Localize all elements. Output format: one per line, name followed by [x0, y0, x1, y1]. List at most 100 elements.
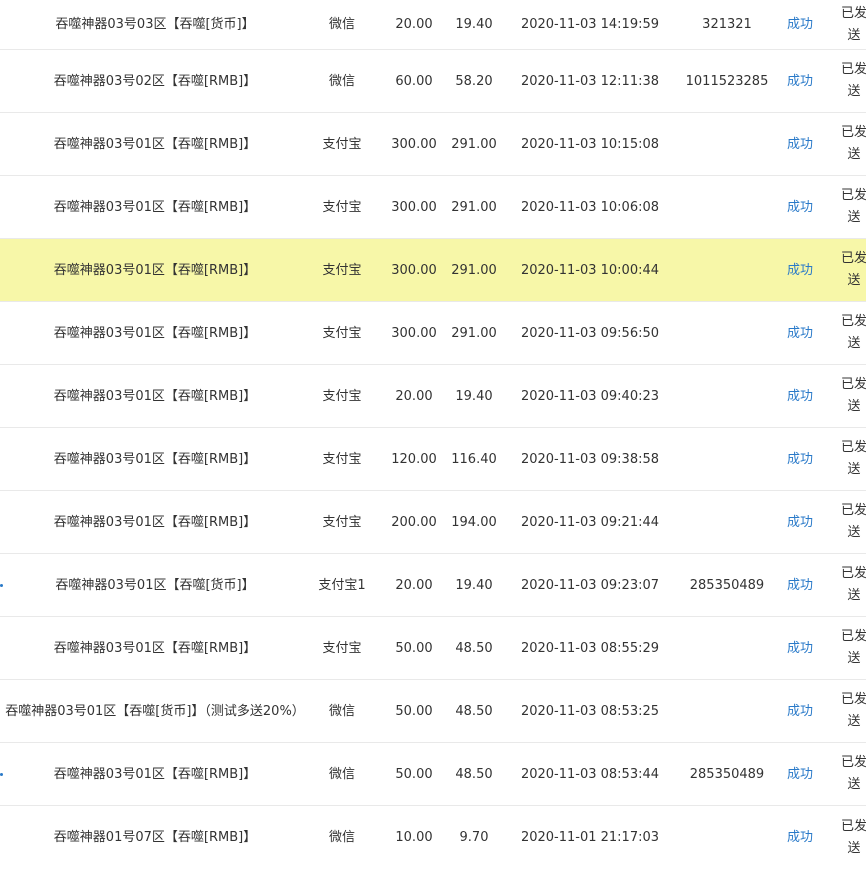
actual-amount-cell: 291.00: [448, 239, 500, 301]
payment-method-cell-text: 支付宝: [322, 136, 362, 152]
payment-method-cell: 支付宝: [310, 617, 374, 679]
status-link[interactable]: 成功: [780, 176, 820, 238]
status-link[interactable]: 成功: [780, 806, 820, 869]
table-row[interactable]: 吞噬神器03号01区【吞噬[RMB]】 微信 50.00 48.50 2020-11-0…: [0, 743, 866, 806]
status-link[interactable]: 成功: [780, 680, 820, 742]
time-cell: 2020-11-03 08:53:44: [510, 743, 670, 805]
amount-cell: 300.00: [380, 239, 448, 301]
table-row[interactable]: 吞噬神器03号01区【吞噬[RMB]】 支付宝 300.00 291.00 2020-1…: [0, 302, 866, 365]
status-link-text[interactable]: 成功: [787, 701, 813, 722]
status-link-text[interactable]: 成功: [787, 134, 813, 155]
payment-method-cell-text: 微信: [328, 766, 355, 782]
time-cell-text: 2020-11-03 08:53:44: [520, 766, 660, 782]
status-link[interactable]: 成功: [780, 743, 820, 805]
status-link[interactable]: 成功: [780, 554, 820, 616]
product-cell: 吞噬神器03号01区【吞噬[RMB]】: [0, 491, 310, 553]
table-row[interactable]: 吞噬神器03号01区【吞噬[货币]】（测试多送20%） 微信 50.00 48.50 2…: [0, 680, 866, 743]
payment-method-cell-text: 支付宝: [322, 388, 362, 404]
reference-cell: 321321: [676, 0, 778, 49]
actual-amount-cell-text: 9.70: [459, 830, 489, 845]
table-row[interactable]: 吞噬神器03号01区【吞噬[RMB]】 支付宝 300.00 291.00 2020-1…: [0, 176, 866, 239]
time-cell-text: 2020-11-03 14:19:59: [520, 17, 660, 32]
amount-cell: 20.00: [380, 365, 448, 427]
amount-cell: 200.00: [380, 491, 448, 553]
status-link-text[interactable]: 成功: [787, 575, 813, 596]
actual-amount-cell: 116.40: [448, 428, 500, 490]
actual-amount-cell: 194.00: [448, 491, 500, 553]
actual-amount-cell-text: 48.50: [455, 640, 493, 656]
delivery-status-cell: 已发送: [836, 0, 866, 49]
status-link[interactable]: 成功: [780, 0, 820, 49]
product-cell-text: 吞噬神器03号01区【吞噬[RMB]】: [53, 766, 257, 782]
actual-amount-cell-text: 19.40: [455, 577, 493, 593]
table-row[interactable]: 吞噬神器03号02区【吞噬[RMB]】 微信 60.00 58.20 2020-11-0…: [0, 50, 866, 113]
delivery-status-cell: 已发送: [836, 113, 866, 175]
payment-method-cell: 支付宝: [310, 176, 374, 238]
product-cell: 吞噬神器03号01区【吞噬[RMB]】: [0, 176, 310, 238]
delivery-status-cell: 已发送: [836, 806, 866, 869]
delivery-status-cell-text: 已发送: [840, 440, 866, 477]
payment-method-cell-text: 支付宝: [322, 262, 362, 278]
product-cell-text: 吞噬神器03号02区【吞噬[RMB]】: [53, 73, 257, 89]
table-row[interactable]: 吞噬神器03号01区【吞噬[RMB]】 支付宝 300.00 291.00 2020-1…: [0, 113, 866, 176]
delivery-status-cell: 已发送: [836, 176, 866, 238]
status-link[interactable]: 成功: [780, 113, 820, 175]
actual-amount-cell-text: 291.00: [451, 262, 497, 278]
time-cell-text: 2020-11-03 08:53:25: [520, 703, 660, 719]
amount-cell: 300.00: [380, 302, 448, 364]
table-row[interactable]: 吞噬神器03号01区【吞噬[RMB]】 支付宝 200.00 194.00 2020-1…: [0, 491, 866, 554]
delivery-status-cell-text: 已发送: [840, 692, 866, 729]
table-row[interactable]: 吞噬神器03号01区【吞噬[货币]】 支付宝1 20.00 19.40 2020-11-…: [0, 554, 866, 617]
status-link-text[interactable]: 成功: [787, 260, 813, 281]
status-link[interactable]: 成功: [780, 491, 820, 553]
status-link[interactable]: 成功: [780, 239, 820, 301]
payment-method-cell-text: 微信: [328, 830, 355, 845]
table-row[interactable]: 吞噬神器03号01区【吞噬[RMB]】 支付宝 20.00 19.40 2020-11-…: [0, 365, 866, 428]
actual-amount-cell: 48.50: [448, 680, 500, 742]
status-link[interactable]: 成功: [780, 50, 820, 112]
delivery-status-cell-text: 已发送: [840, 503, 866, 540]
status-link-text[interactable]: 成功: [787, 323, 813, 344]
status-link-text[interactable]: 成功: [787, 386, 813, 407]
time-cell-text: 2020-11-03 10:00:44: [520, 262, 660, 278]
table-row[interactable]: 吞噬神器01号07区【吞噬[RMB]】 微信 10.00 9.70 2020-11-01…: [0, 806, 866, 869]
status-link-text[interactable]: 成功: [787, 827, 813, 848]
table-row[interactable]: 吞噬神器03号01区【吞噬[RMB]】 支付宝 120.00 116.40 2020-1…: [0, 428, 866, 491]
time-cell-text: 2020-11-01 21:17:03: [520, 830, 660, 845]
time-cell: 2020-11-03 10:15:08: [510, 113, 670, 175]
status-link[interactable]: 成功: [780, 617, 820, 679]
payment-method-cell-text: 微信: [328, 73, 355, 89]
status-link[interactable]: 成功: [780, 302, 820, 364]
status-link-text[interactable]: 成功: [787, 449, 813, 470]
product-cell: 吞噬神器03号03区【吞噬[货币]】: [0, 0, 310, 49]
status-link[interactable]: 成功: [780, 365, 820, 427]
table-row[interactable]: 吞噬神器03号01区【吞噬[RMB]】 支付宝 300.00 291.00 2020-1…: [0, 239, 866, 302]
actual-amount-cell-text: 116.40: [451, 451, 497, 467]
time-cell-text: 2020-11-03 09:56:50: [520, 325, 660, 341]
amount-cell-text: 50.00: [395, 640, 433, 656]
product-cell: 吞噬神器03号01区【吞噬[RMB]】: [0, 365, 310, 427]
reference-cell: 1011523285: [676, 50, 778, 112]
status-link-text[interactable]: 成功: [787, 512, 813, 533]
delivery-status-cell: 已发送: [836, 554, 866, 616]
actual-amount-cell-text: 19.40: [455, 17, 493, 32]
status-link-text[interactable]: 成功: [787, 638, 813, 659]
product-cell: 吞噬神器03号02区【吞噬[RMB]】: [0, 50, 310, 112]
status-link[interactable]: 成功: [780, 428, 820, 490]
product-cell: 吞噬神器03号01区【吞噬[货币]】（测试多送20%）: [0, 680, 310, 742]
actual-amount-cell: 9.70: [448, 806, 500, 869]
status-link-text[interactable]: 成功: [787, 197, 813, 218]
reference-cell: [676, 491, 778, 553]
product-cell-text: 吞噬神器03号01区【吞噬[RMB]】: [53, 325, 257, 341]
status-link-text[interactable]: 成功: [787, 71, 813, 92]
amount-cell: 300.00: [380, 113, 448, 175]
status-link-text[interactable]: 成功: [787, 764, 813, 785]
actual-amount-cell-text: 291.00: [451, 136, 497, 152]
status-link-text[interactable]: 成功: [787, 14, 813, 35]
product-cell: 吞噬神器03号01区【吞噬[RMB]】: [0, 743, 310, 805]
delivery-status-cell-text: 已发送: [840, 188, 866, 225]
table-row[interactable]: 吞噬神器03号01区【吞噬[RMB]】 支付宝 50.00 48.50 2020-11-…: [0, 617, 866, 680]
table-row[interactable]: 吞噬神器03号03区【吞噬[货币]】 微信 20.00 19.40 2020-11-03…: [0, 0, 866, 50]
reference-cell: [676, 428, 778, 490]
product-cell-text: 吞噬神器03号01区【吞噬[RMB]】: [53, 262, 257, 278]
